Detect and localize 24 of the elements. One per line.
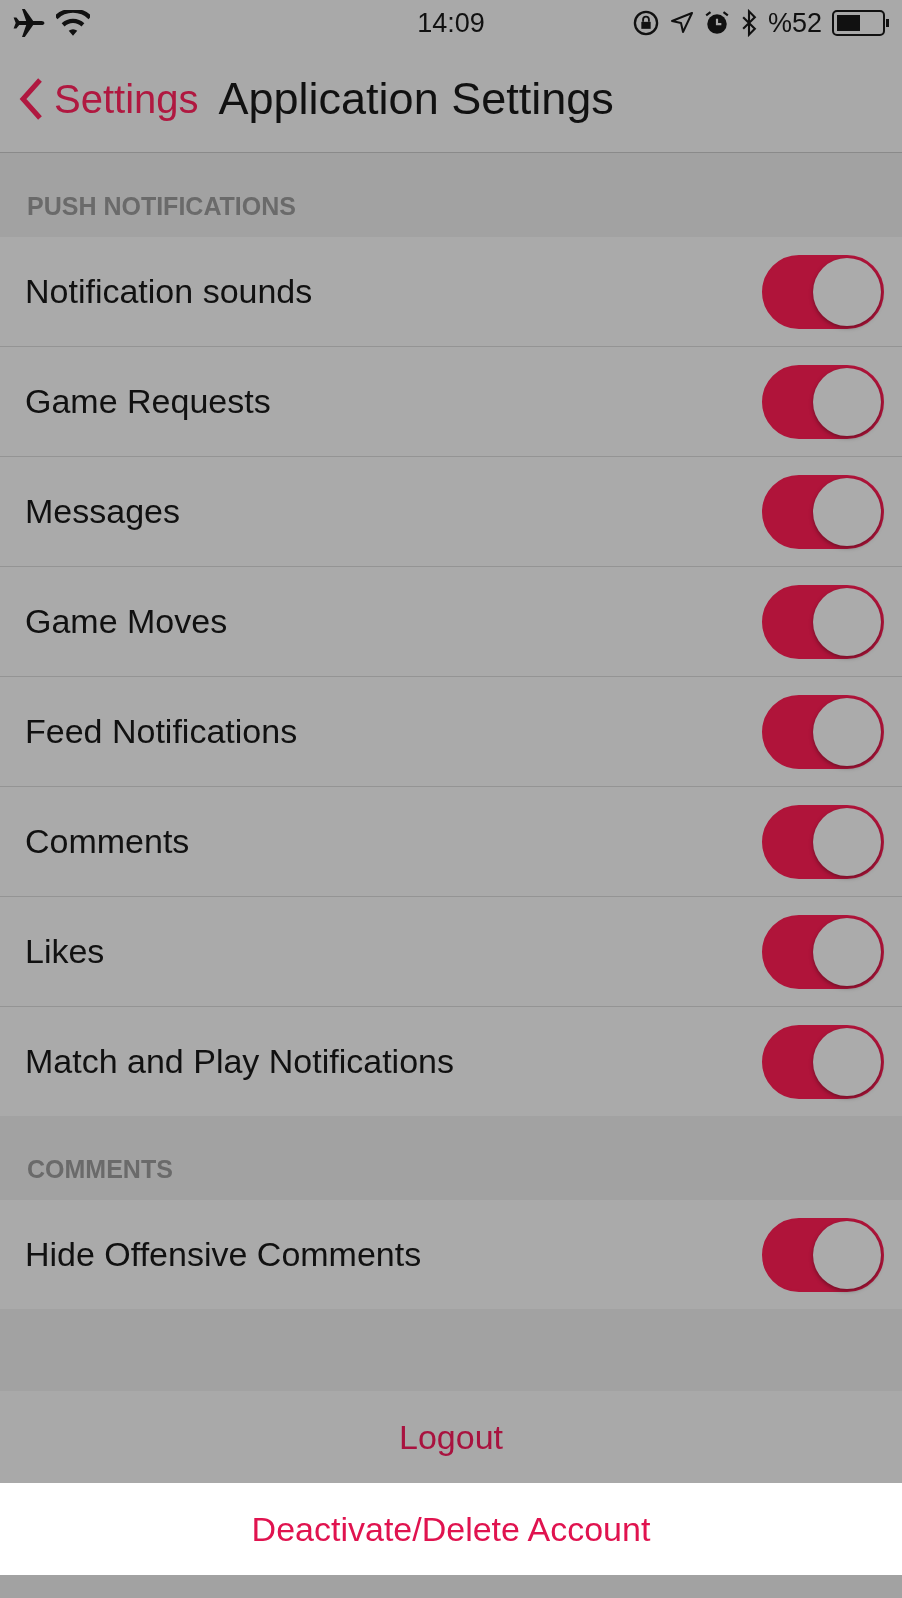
section-header: COMMENTS <box>27 1155 173 1184</box>
action-button[interactable]: Deactivate/Delete Account <box>0 1483 902 1575</box>
section-header: PUSH NOTIFICATIONS <box>27 192 296 221</box>
chevron-left-icon <box>18 77 44 121</box>
setting-label: Feed Notifications <box>25 712 298 751</box>
setting-label: Notification sounds <box>25 272 313 311</box>
setting-label: Game Requests <box>25 382 271 421</box>
battery-icon <box>832 9 890 37</box>
setting-label: Hide Offensive Comments <box>25 1235 422 1274</box>
action-button[interactable]: Logout <box>0 1391 902 1483</box>
setting-label: Comments <box>25 822 190 861</box>
setting-label: Likes <box>25 932 105 971</box>
alarm-clock-icon <box>703 10 730 36</box>
screen-title: Application Settings <box>218 73 614 125</box>
status-time: 14:09 <box>417 7 485 39</box>
rotation-lock-icon <box>631 9 660 37</box>
back-button[interactable]: Settings <box>18 76 199 122</box>
setting-label: Game Moves <box>25 602 228 641</box>
location-arrow-icon <box>669 11 694 35</box>
battery-percent: %52 <box>767 7 822 39</box>
airplane-icon <box>12 9 46 37</box>
setting-label: Match and Play Notifications <box>25 1042 454 1081</box>
setting-label: Messages <box>25 492 180 531</box>
wifi-icon <box>56 10 90 36</box>
